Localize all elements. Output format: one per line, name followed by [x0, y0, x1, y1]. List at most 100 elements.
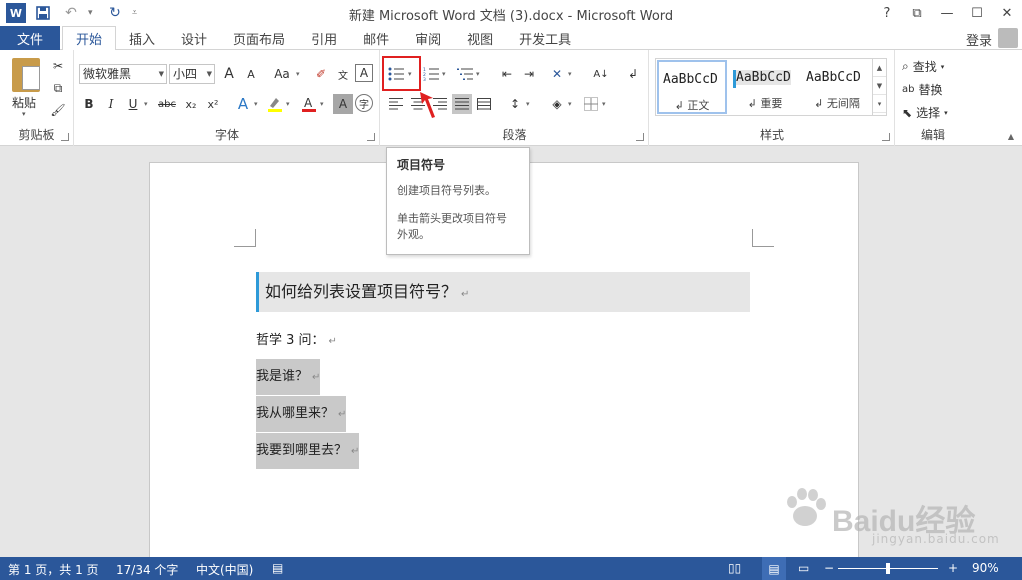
change-case-dropdown-icon[interactable]: ▾ — [296, 70, 300, 78]
bold-button[interactable]: B — [79, 94, 99, 114]
style-no-spacing[interactable]: AaBbCcD ↲ 无间隔 — [802, 60, 872, 114]
close-button[interactable]: ✕ — [992, 0, 1022, 26]
italic-button[interactable]: I — [101, 94, 121, 114]
chinese-layout-icon[interactable]: ✕ — [547, 64, 567, 84]
line-spacing-icon[interactable]: ↕ — [505, 94, 525, 114]
find-button[interactable]: ⌕ 查找 ▾ — [902, 58, 944, 75]
zoom-level[interactable]: 90% — [972, 561, 999, 575]
language-indicator[interactable]: 中文(中国) — [196, 561, 253, 578]
list-item[interactable]: 我要到哪里去？ ↵ — [256, 433, 360, 469]
list-item[interactable]: 我从哪里来？ ↵ — [256, 396, 347, 432]
align-left-icon[interactable] — [386, 94, 406, 114]
styles-scroll-up-icon[interactable]: ▲ — [873, 59, 886, 77]
collapse-ribbon-icon[interactable]: ▲ — [1008, 132, 1014, 141]
underline-dropdown-icon[interactable]: ▾ — [144, 100, 148, 108]
tab-view[interactable]: 视图 — [454, 26, 506, 50]
tab-file[interactable]: 文件 — [0, 26, 60, 50]
tab-insert[interactable]: 插入 — [116, 26, 168, 50]
phonetic-guide-icon[interactable]: 文 — [333, 64, 353, 84]
underline-button[interactable]: U — [123, 94, 143, 114]
ribbon-display-button[interactable]: ⧉ — [902, 0, 932, 26]
font-size-combo[interactable]: 小四 ▼ — [169, 64, 215, 84]
cut-icon[interactable]: ✂ — [48, 56, 68, 76]
tab-home[interactable]: 开始 — [62, 26, 117, 51]
highlight-dropdown-icon[interactable]: ▾ — [286, 100, 290, 108]
multilevel-list-icon[interactable] — [455, 64, 475, 84]
sort-icon[interactable]: A↓ — [591, 64, 611, 84]
zoom-slider-handle[interactable] — [886, 563, 890, 574]
read-mode-icon[interactable]: ▯▯ — [728, 561, 741, 575]
numbering-dropdown-icon[interactable]: ▾ — [442, 70, 446, 78]
avatar[interactable] — [998, 28, 1018, 48]
intro-paragraph[interactable]: 哲学 3 问： ↵ — [256, 323, 337, 359]
styles-more-icon[interactable]: ▾ — [873, 95, 886, 113]
tab-mailings[interactable]: 邮件 — [350, 26, 402, 50]
web-layout-icon[interactable]: ▭ — [798, 561, 809, 575]
distributed-icon[interactable] — [474, 94, 494, 114]
paste-icon[interactable] — [12, 58, 40, 92]
font-size-dropdown-icon[interactable]: ▼ — [207, 65, 212, 83]
borders-icon[interactable] — [581, 94, 601, 114]
select-dropdown-icon[interactable]: ▾ — [944, 109, 948, 117]
paste-button[interactable]: 粘贴 — [12, 94, 36, 111]
paragraph-launcher-icon[interactable] — [636, 133, 644, 141]
tab-references[interactable]: 引用 — [298, 26, 350, 50]
replace-button[interactable]: ab 替换 — [902, 81, 943, 98]
shading-dropdown-icon[interactable]: ▾ — [568, 100, 572, 108]
shrink-font-icon[interactable]: A — [241, 64, 261, 84]
text-effects-icon[interactable]: A — [233, 94, 253, 114]
font-launcher-icon[interactable] — [367, 133, 375, 141]
style-important[interactable]: AaBbCcD ↲ 重要 — [730, 60, 800, 114]
character-shading-icon[interactable]: A — [333, 94, 353, 114]
clipboard-launcher-icon[interactable] — [61, 133, 69, 141]
word-count[interactable]: 17/34 个字 — [116, 561, 178, 578]
tab-layout[interactable]: 页面布局 — [220, 26, 298, 50]
style-normal[interactable]: AaBbCcD ↲ 正文 — [657, 60, 727, 114]
clear-formatting-icon[interactable]: ✐ — [311, 64, 331, 84]
paste-dropdown-icon[interactable]: ▾ — [22, 110, 26, 118]
increase-indent-icon[interactable]: ⇥ — [519, 64, 539, 84]
justify-icon[interactable] — [452, 94, 472, 114]
enclose-character-icon[interactable]: 字 — [355, 94, 373, 112]
font-name-dropdown-icon[interactable]: ▼ — [159, 65, 164, 83]
tab-review[interactable]: 审阅 — [402, 26, 454, 50]
font-color-icon[interactable]: A — [299, 94, 319, 114]
zoom-out-button[interactable]: − — [824, 561, 834, 575]
tab-design[interactable]: 设计 — [168, 26, 220, 50]
zoom-in-button[interactable]: + — [948, 561, 958, 575]
font-name-combo[interactable]: 微软雅黑 ▼ — [79, 64, 167, 84]
format-painter-icon[interactable]: 🖌 — [48, 100, 68, 120]
shading-icon[interactable]: ◈ — [547, 94, 567, 114]
numbering-icon[interactable]: 123 — [421, 64, 441, 84]
print-layout-icon[interactable]: ▤ — [762, 557, 786, 580]
highlight-icon[interactable] — [265, 94, 285, 114]
find-dropdown-icon[interactable]: ▾ — [941, 63, 945, 71]
grow-font-icon[interactable]: A — [219, 64, 239, 84]
multilevel-list-dropdown-icon[interactable]: ▾ — [476, 70, 480, 78]
maximize-button[interactable]: ☐ — [962, 0, 992, 26]
change-case-icon[interactable]: Aa — [269, 64, 295, 84]
styles-scroll-down-icon[interactable]: ▼ — [873, 77, 886, 95]
superscript-button[interactable]: x² — [203, 94, 223, 114]
select-button[interactable]: ⬉ 选择 ▾ — [902, 104, 948, 121]
line-spacing-dropdown-icon[interactable]: ▾ — [526, 100, 530, 108]
show-paragraph-marks-icon[interactable]: ↲ — [623, 64, 643, 84]
list-item[interactable]: 我是谁？ ↵ — [256, 359, 321, 395]
character-border-icon[interactable]: A — [355, 64, 373, 82]
help-button[interactable]: ? — [872, 0, 902, 26]
decrease-indent-icon[interactable]: ⇤ — [497, 64, 517, 84]
minimize-button[interactable]: — — [932, 0, 962, 26]
document-heading[interactable]: 如何给列表设置项目符号？ ↵ — [256, 272, 750, 312]
borders-dropdown-icon[interactable]: ▾ — [602, 100, 606, 108]
styles-launcher-icon[interactable] — [882, 133, 890, 141]
text-effects-dropdown-icon[interactable]: ▾ — [254, 100, 258, 108]
login-link[interactable]: 登录 — [966, 30, 992, 49]
strikethrough-button[interactable]: abc — [155, 94, 179, 114]
subscript-button[interactable]: x₂ — [181, 94, 201, 114]
page-count[interactable]: 第 1 页，共 1 页 — [8, 561, 99, 578]
tab-developer[interactable]: 开发工具 — [506, 26, 584, 50]
font-color-dropdown-icon[interactable]: ▾ — [320, 100, 324, 108]
copy-icon[interactable]: ⧉ — [48, 78, 68, 98]
chinese-layout-dropdown-icon[interactable]: ▾ — [568, 70, 572, 78]
macro-record-icon[interactable]: ▤ — [272, 561, 283, 575]
